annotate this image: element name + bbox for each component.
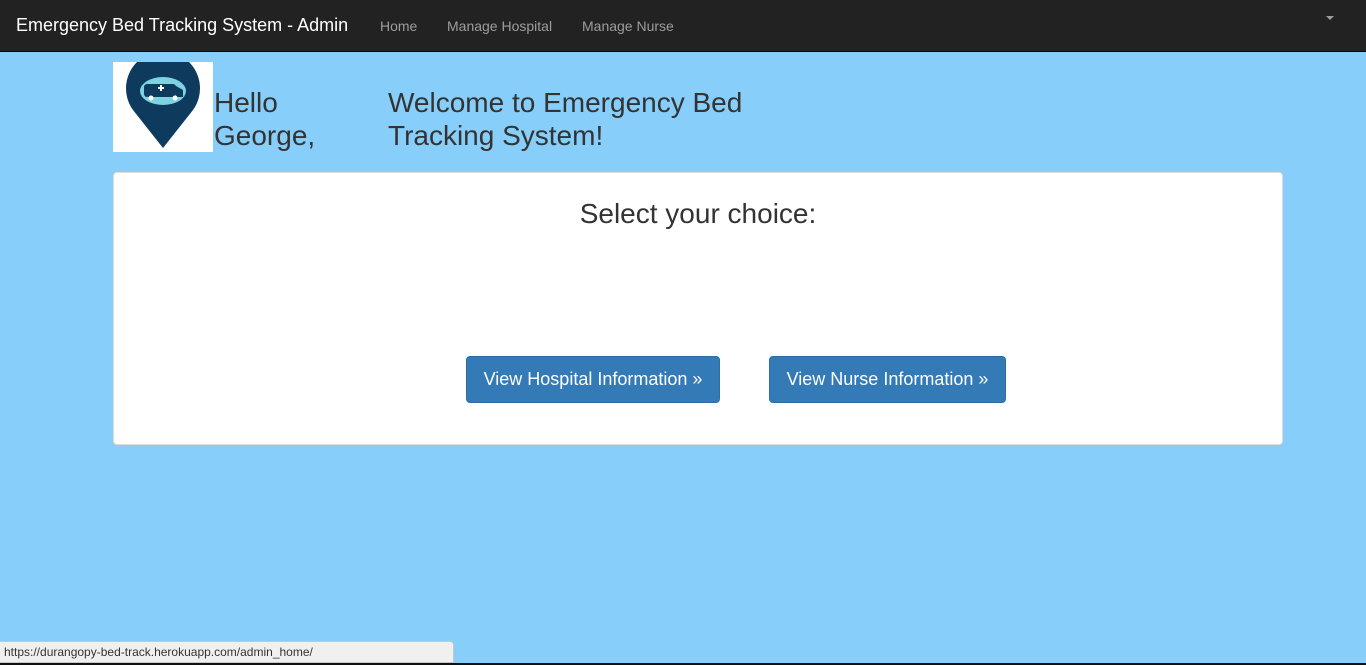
browser-status-bar: https://durangopy-bed-track.herokuapp.co… [0,641,454,663]
panel-title: Select your choice: [579,198,817,229]
choice-panel: Select your choice: View Hospital Inform… [113,172,1283,445]
navbar: Emergency Bed Tracking System - Admin Ho… [0,0,1366,52]
nav-link-home[interactable]: Home [380,18,417,34]
app-logo [113,51,213,152]
nav-link-manage-nurse[interactable]: Manage Nurse [582,18,674,34]
navbar-brand[interactable]: Emergency Bed Tracking System - Admin [16,15,348,36]
nav-link-manage-hospital[interactable]: Manage Hospital [447,18,552,34]
welcome-heading: Welcome to Emergency Bed Tracking System… [388,87,743,151]
dropdown-caret-icon[interactable] [1326,16,1334,20]
view-nurse-information-button[interactable]: View Nurse Information » [769,356,1006,403]
view-hospital-information-button[interactable]: View Hospital Information » [466,356,720,403]
ambulance-map-pin-icon [126,51,200,148]
greeting-text: Hello George, [214,87,316,151]
